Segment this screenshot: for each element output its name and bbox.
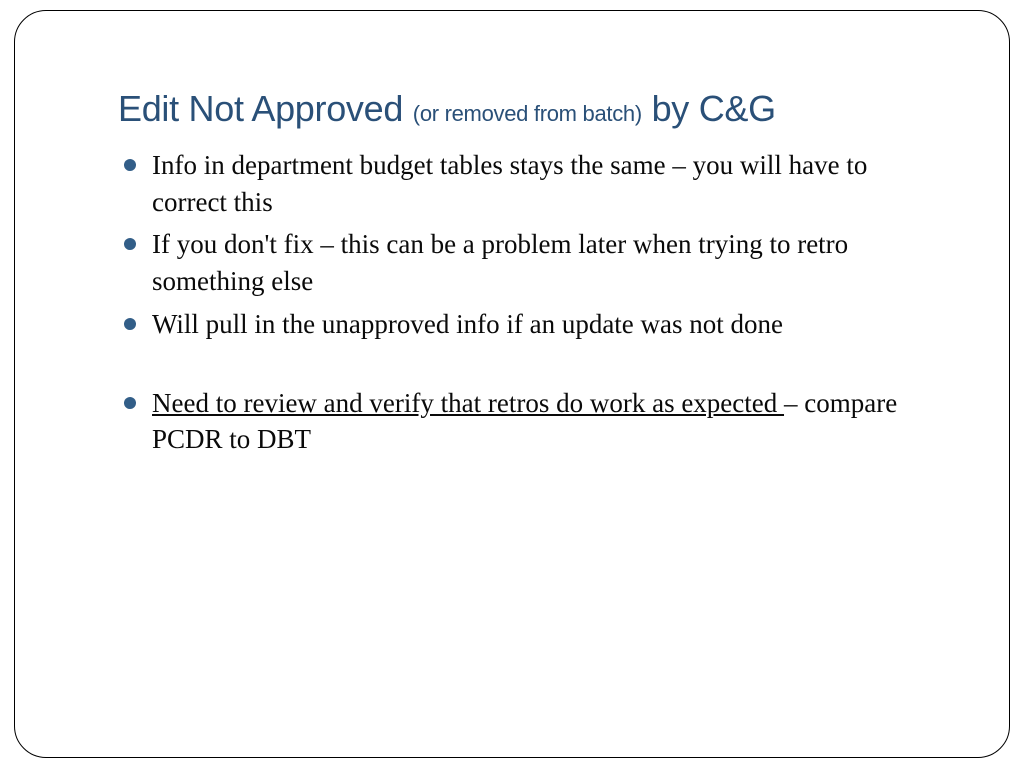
title-part1: Edit Not Approved	[118, 88, 413, 129]
title-part2: by C&G	[642, 88, 776, 129]
slide-content: Edit Not Approved (or removed from batch…	[118, 86, 934, 464]
list-item: Need to review and verify that retros do…	[118, 385, 934, 458]
title-subtext: (or removed from batch)	[413, 101, 642, 126]
bullet-text: Info in department budget tables stays t…	[152, 150, 867, 217]
bullet-text: Will pull in the unapproved info if an u…	[152, 309, 783, 339]
bullet-list: Info in department budget tables stays t…	[118, 147, 934, 458]
list-item: Will pull in the unapproved info if an u…	[118, 306, 934, 343]
bullet-text: If you don't fix – this can be a problem…	[152, 229, 848, 296]
slide-title: Edit Not Approved (or removed from batch…	[118, 86, 934, 131]
list-item: Info in department budget tables stays t…	[118, 147, 934, 220]
spacer	[118, 349, 934, 385]
bullet-text-underlined: Need to review and verify that retros do…	[152, 388, 784, 418]
list-item: If you don't fix – this can be a problem…	[118, 226, 934, 299]
